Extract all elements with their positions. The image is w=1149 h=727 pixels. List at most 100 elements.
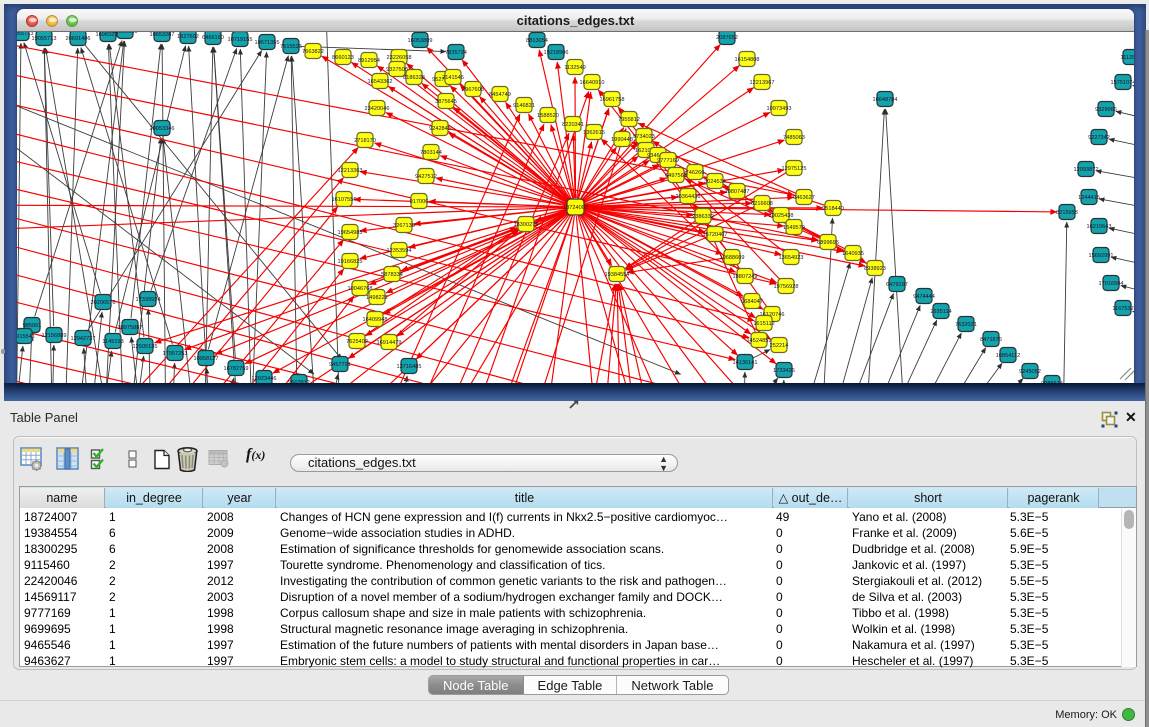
svg-text:9427512: 9427512 [415, 174, 437, 180]
svg-text:7663822: 7663822 [302, 49, 324, 55]
svg-text:1167532: 1167532 [1112, 306, 1133, 312]
svg-text:8215958: 8215958 [1056, 210, 1078, 216]
svg-text:6216608: 6216608 [751, 201, 773, 207]
svg-text:9146821: 9146821 [513, 103, 535, 109]
svg-text:12942737: 12942737 [71, 336, 96, 342]
svg-text:12213363: 12213363 [338, 168, 363, 174]
svg-text:12923446: 12923446 [252, 376, 277, 382]
svg-text:18724007: 18724007 [563, 205, 588, 211]
svg-text:6479197: 6479197 [886, 282, 908, 288]
svg-text:16543362: 16543362 [368, 79, 393, 85]
svg-text:7632021: 7632021 [955, 322, 977, 328]
svg-text:9227342: 9227342 [1088, 135, 1110, 141]
svg-text:12156889: 12156889 [42, 333, 67, 339]
svg-text:10958127: 10958127 [194, 356, 219, 362]
svg-text:10980559: 10980559 [113, 32, 138, 35]
svg-text:8220341: 8220341 [562, 122, 584, 128]
svg-text:16782759: 16782759 [224, 366, 249, 372]
svg-text:9457791: 9457791 [329, 362, 351, 368]
svg-text:6466160: 6466160 [202, 35, 224, 41]
svg-text:9463627: 9463627 [793, 195, 815, 201]
svg-text:17016504: 17016504 [1099, 281, 1124, 287]
svg-text:16107556: 16107556 [332, 197, 357, 203]
svg-text:10975887: 10975887 [118, 325, 143, 331]
svg-text:1733426: 1733426 [773, 368, 795, 374]
svg-text:17957253: 17957253 [163, 351, 188, 357]
svg-text:1990448: 1990448 [611, 137, 633, 143]
svg-text:1640935: 1640935 [842, 251, 864, 257]
svg-text:9734023: 9734023 [633, 134, 655, 140]
svg-text:8454749: 8454749 [489, 92, 511, 98]
svg-text:7803144: 7803144 [420, 150, 442, 156]
svg-text:16914479: 16914479 [377, 340, 402, 346]
svg-text:16409948: 16409948 [363, 317, 388, 323]
svg-text:20053346: 20053346 [150, 126, 175, 132]
svg-text:7515526: 7515526 [280, 44, 302, 50]
svg-text:746266: 746266 [686, 170, 705, 176]
svg-text:7485063: 7485063 [783, 135, 805, 141]
svg-text:9242845: 9242845 [429, 126, 451, 132]
svg-text:12213967: 12213967 [750, 80, 775, 86]
svg-text:1362615: 1362615 [583, 130, 605, 136]
svg-text:917006: 917006 [410, 199, 429, 205]
svg-text:2386332: 2386332 [692, 214, 714, 220]
svg-text:16961758: 16961758 [600, 97, 625, 103]
svg-text:9085614: 9085614 [1041, 381, 1063, 383]
svg-text:13654923: 13654923 [779, 255, 804, 261]
svg-text:13716485: 13716485 [397, 364, 422, 370]
svg-text:19654985: 19654985 [338, 230, 363, 236]
svg-text:19166825: 19166825 [338, 259, 363, 265]
svg-text:10854112: 10854112 [996, 353, 1020, 359]
svg-text:20691406: 20691406 [66, 36, 91, 42]
svg-text:9327508: 9327508 [386, 67, 408, 73]
svg-text:1498222: 1498222 [366, 295, 388, 301]
svg-text:12505135: 12505135 [133, 344, 158, 350]
svg-text:9518440: 9518440 [822, 206, 844, 212]
svg-text:19756928: 19756928 [774, 284, 799, 290]
svg-text:10973493: 10973493 [767, 106, 792, 112]
svg-text:20206576: 20206576 [91, 300, 116, 306]
svg-text:8813054: 8813054 [526, 38, 548, 44]
svg-text:1549579: 1549579 [783, 225, 805, 231]
svg-text:10671355: 10671355 [255, 40, 280, 46]
svg-text:3024534: 3024534 [704, 179, 726, 185]
svg-text:18300275: 18300275 [514, 222, 539, 228]
svg-text:1615112: 1615112 [753, 321, 774, 327]
svg-text:23420046: 23420046 [365, 106, 390, 112]
svg-text:23226058: 23226058 [387, 55, 412, 61]
svg-text:12975125: 12975125 [782, 166, 807, 172]
svg-text:18807249: 18807249 [733, 274, 758, 280]
svg-text:7955812: 7955812 [618, 117, 640, 123]
svg-text:2718170: 2718170 [354, 138, 376, 144]
svg-text:7625402: 7625402 [346, 339, 368, 345]
svg-text:2967608: 2967608 [462, 87, 484, 93]
svg-text:9474444: 9474444 [913, 294, 935, 300]
svg-text:9245052: 9245052 [1019, 369, 1041, 375]
svg-text:16154808: 16154808 [735, 57, 760, 63]
svg-text:12353594: 12353594 [387, 248, 412, 254]
svg-text:9663912: 9663912 [288, 380, 310, 383]
svg-text:10719155: 10719155 [228, 37, 253, 43]
svg-text:14524851: 14524851 [747, 338, 772, 344]
svg-text:17339924: 17339924 [136, 297, 161, 303]
svg-text:19218906: 19218906 [544, 50, 569, 56]
svg-text:3915541: 3915541 [17, 334, 35, 340]
svg-text:252214: 252214 [770, 343, 789, 349]
svg-text:9777169: 9777169 [657, 158, 679, 164]
svg-text:1145193: 1145193 [102, 339, 123, 345]
svg-text:5878334: 5878334 [381, 272, 403, 278]
svg-text:15692991: 15692991 [1089, 253, 1114, 259]
svg-text:8471676: 8471676 [980, 337, 1002, 343]
svg-text:3875645: 3875645 [435, 99, 457, 105]
svg-text:9684047: 9684047 [741, 299, 763, 305]
svg-text:1527602: 1527602 [177, 34, 199, 40]
svg-text:7835724: 7835724 [445, 50, 467, 56]
svg-text:1244415: 1244415 [1078, 195, 1100, 201]
svg-text:8938923: 8938923 [864, 266, 886, 272]
svg-text:8186328: 8186328 [403, 75, 425, 81]
svg-text:10807487: 10807487 [725, 189, 750, 195]
svg-text:16648784: 16648784 [873, 97, 898, 103]
svg-text:19055713: 19055713 [32, 36, 57, 42]
svg-text:12093872: 12093872 [1074, 167, 1099, 173]
svg-text:6497563: 6497563 [665, 173, 687, 179]
